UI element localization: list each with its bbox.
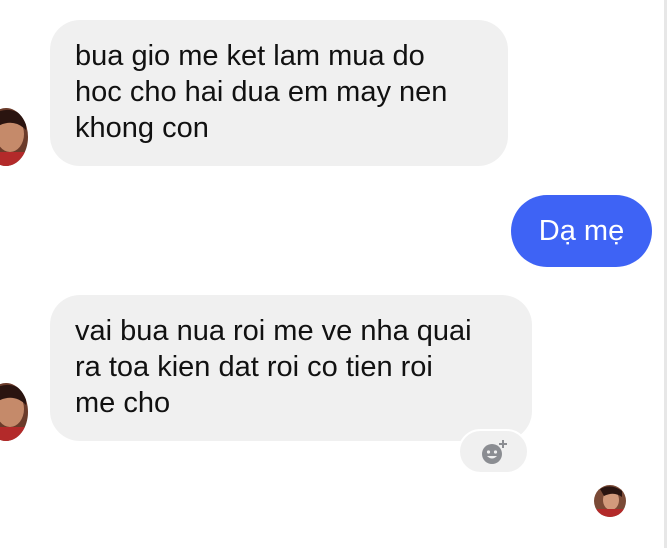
contact-avatar[interactable] bbox=[0, 383, 28, 441]
contact-avatar[interactable] bbox=[0, 108, 28, 166]
add-reaction-button[interactable] bbox=[458, 429, 529, 474]
seen-avatar bbox=[594, 485, 626, 517]
outgoing-message[interactable]: Dạ mẹ bbox=[511, 195, 652, 267]
add-reaction-icon bbox=[479, 437, 509, 467]
chat-conversation: bua gio me ket lam mua do hoc cho hai du… bbox=[0, 0, 667, 548]
incoming-message[interactable]: vai bua nua roi me ve nha quai ra toa ki… bbox=[50, 295, 532, 441]
incoming-message[interactable]: bua gio me ket lam mua do hoc cho hai du… bbox=[50, 20, 508, 166]
